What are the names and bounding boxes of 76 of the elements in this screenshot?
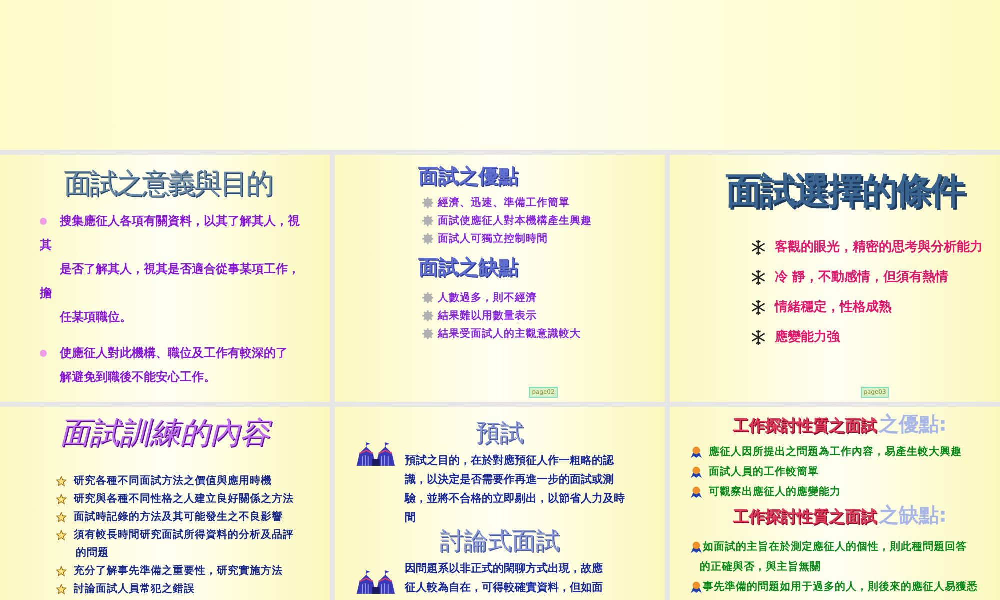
slide-title: 工作探討性質之面試: [733, 416, 877, 437]
gear-icon: [422, 292, 434, 304]
bullet-text: 的問題: [75, 546, 109, 560]
ribbon-icon: [690, 486, 703, 498]
bullet-text: 研究各種不同面試方法之價值與應用時機: [74, 474, 272, 488]
bullet-text: 解避免到職後不能安心工作。: [58, 368, 216, 386]
bullet-text: 討論面試人員常犯之錯誤: [74, 582, 195, 596]
star-icon: [56, 530, 67, 540]
slide-title: 預試: [476, 418, 524, 449]
bullet-text: 人數過多，則不經濟: [438, 291, 537, 305]
bullet-text: 充分了解事先準備之重要性，研究實施方法: [74, 564, 283, 578]
bullet-icon: [40, 218, 47, 224]
star-icon: [56, 584, 67, 594]
slide-subtitle: 之優點:: [879, 411, 947, 438]
bullet-text: 間: [405, 510, 416, 525]
bullet-text: 面試時記錄的方法及其可能發生之不良影響: [74, 510, 283, 524]
slide-title: 面試之意義與目的: [64, 166, 272, 202]
snowflake-icon: [750, 268, 767, 286]
ribbon-icon: [690, 540, 703, 554]
ribbon-icon: [690, 446, 703, 458]
gear-icon: [422, 197, 434, 209]
gear-icon: [422, 233, 434, 245]
tent-icon: [355, 570, 397, 595]
bullet-text: 驗，並將不合格的立即剔出，以節省人力及時: [405, 491, 625, 506]
bullet-text: 應征人因所提出之問題為工作內容，易產生較大興趣: [709, 445, 962, 459]
bullet-text: 擔: [40, 284, 52, 302]
bullet-text: 因問題系以非正式的閑聊方式出現，故應: [405, 561, 603, 576]
slide-thumbnail[interactable]: 面試訓練的內容 研究各種不同面試方法之價值與應用時機 研究與各種不同性格之人建立良好關係之方法 面試時記錄的方法及其可能發生之不良影響 須有較長時間研究面試所得資料的分析及品評 的問題 充分了解事先準備之重要性，研究實施方法 討論面試人員常犯之錯誤: [0, 407, 330, 600]
tent-icon: [355, 442, 397, 467]
bullet-text: 須有較長時間研究面試所得資料的分析及品評: [74, 528, 294, 542]
bullet-text: 情緒穩定，性格成熟: [775, 298, 892, 316]
slide-thumbnail[interactable]: 工作探討性質之面試之優點: 應征人因所提出之問題為工作內容，易產生較大興趣 面試人員的工作較簡單 可觀察出應征人的應變能力 工作探討性質之面試之缺點: 如面試的主旨在於測定應征人的個性，則此種問題回答 的正確與否，與主旨無關 事先準備的問題如用于過多的人，則後來的應征人易獲悉: [670, 407, 1000, 600]
slide-title: 面試選擇的條件: [726, 169, 964, 214]
bullet-text: 面試使應征人對本機構產生興趣: [438, 214, 592, 228]
bullet-text: 征人較為自在，可得較確實資料，但如面: [405, 580, 603, 595]
bullet-text: 經濟、迅速、準備工作簡單: [438, 196, 570, 210]
bullet-text: 任某項職位。: [58, 308, 132, 326]
bullet-text: 搜集應征人各項有關資料，以其了解其人，視: [60, 212, 300, 230]
bullet-text: 可觀察出應征人的應變能力: [709, 485, 841, 499]
bullet-text: 事先準備的問題如用于過多的人，則後來的應征人易獲悉: [703, 580, 978, 594]
bullet-text: 識，以決定是否需要作再進一步的面試或測: [405, 472, 614, 487]
slide-thumbnail[interactable]: 預試 預試之目的，在於對應預征人作一粗略的認 識，以決定是否需要作再進一步的面試或測 驗，並將不合格的立即剔出，以節省人力及時 間 討論式面試 因問題系以非正式的閑聊方式出現，故應 征人較為自在，可得較確實資料，但如面: [335, 407, 665, 600]
slide-title: 討論式面試: [440, 526, 560, 557]
slide-thumbnail[interactable]: 面試之意義與目的 搜集應征人各項有關資料，以其了解其人，視 其 是否了解其人，視其是否適合從事某項工作， 擔 任某項職位。 使應征人對此機構、職位及工作有較深的了 解避免到職後不能安心工作。: [0, 155, 330, 402]
bullet-text: 結果受面試人的主觀意識較大: [438, 327, 581, 341]
slide-title: 面試之優點: [418, 163, 518, 190]
ribbon-icon: [690, 466, 703, 478]
gear-icon: [422, 310, 434, 322]
star-icon: [56, 512, 67, 522]
snowflake-icon: [750, 298, 767, 316]
bullet-text: 是否了解其人，視其是否適合從事某項工作，: [59, 260, 300, 278]
star-icon: [56, 566, 67, 576]
snowflake-icon: [750, 328, 767, 346]
bullet-text: 其: [40, 236, 52, 254]
bullet-text: 的正確與否，與主旨無關: [699, 560, 821, 574]
bullet-text: 預試之目的，在於對應預征人作一粗略的認: [405, 453, 614, 468]
slide-title: 面試訓練的內容: [60, 415, 270, 453]
bullet-text: 面試人員的工作較簡單: [709, 465, 819, 479]
slide-title: 面試之缺點: [418, 254, 518, 281]
slide-subtitle: 之缺點:: [879, 502, 947, 529]
bullet-text: 如面試的主旨在於測定應征人的個性，則此種問題回答: [703, 540, 967, 554]
bullet-text: 冷 靜，不動感情，但須有熱情: [775, 269, 949, 286]
bullet-text: 客觀的眼光，精密的思考與分析能力: [775, 238, 983, 256]
bullet-text: 面試人可獨立控制時間: [438, 232, 548, 246]
gear-icon: [422, 215, 434, 227]
slide-title: 工作探討性質之面試: [733, 507, 877, 528]
snowflake-icon: [750, 238, 767, 256]
bullet-text: 研究與各種不同性格之人建立良好關係之方法: [74, 492, 294, 506]
gear-icon: [422, 328, 434, 340]
bullet-text: 應變能力強: [775, 328, 840, 346]
star-icon: [56, 476, 67, 486]
bullet-icon: [40, 350, 47, 356]
star-icon: [56, 494, 67, 504]
bullet-text: 結果難以用數量表示: [438, 309, 537, 323]
bullet-text: 使應征人對此機構、職位及工作有較深的了: [60, 344, 288, 362]
ribbon-icon: [690, 580, 703, 594]
